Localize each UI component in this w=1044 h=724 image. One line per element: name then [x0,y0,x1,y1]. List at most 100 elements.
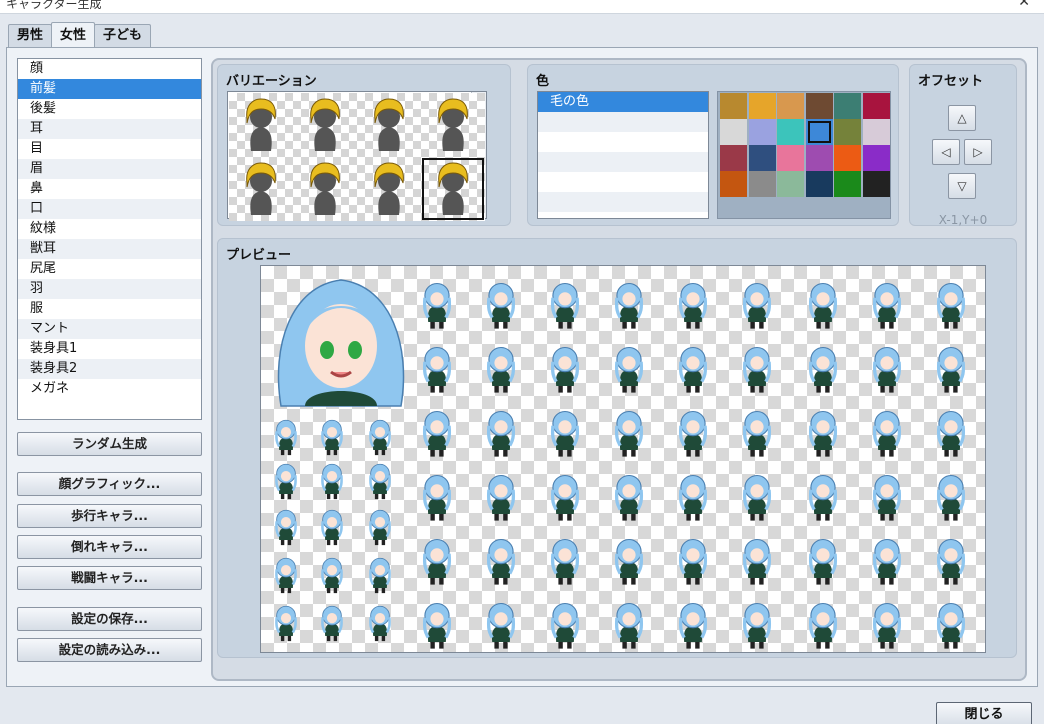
sprite-pose [936,410,966,457]
sprite-pose [550,474,580,521]
part-list-item[interactable]: 目 [18,139,201,159]
face-graphic-button[interactable]: 顔グラフィック... [17,472,202,496]
variation-title: バリエーション [226,74,317,89]
sprite-pose [614,346,644,393]
part-list-item[interactable]: 尻尾 [18,259,201,279]
color-swatch[interactable] [720,171,747,197]
color-swatch[interactable] [777,119,805,145]
sprite-pose [275,419,297,456]
color-swatch[interactable] [720,93,747,119]
color-swatch[interactable] [777,171,805,197]
offset-left-button[interactable]: ◁ [932,139,960,165]
variation-item[interactable] [293,93,357,157]
sprite-pose [422,282,452,329]
part-list-item[interactable]: 眉 [18,159,201,179]
color-target-item[interactable] [538,192,708,212]
walk-character-button[interactable]: 歩行キャラ... [17,504,202,528]
color-target-item[interactable] [538,172,708,192]
variation-grid[interactable]: ▲ ▼ [227,91,487,221]
color-swatch[interactable] [805,145,833,171]
part-list-item[interactable]: 紋様 [18,219,201,239]
offset-up-button[interactable]: △ [948,105,976,131]
color-target-list[interactable]: 毛の色 [537,91,709,219]
part-list-item[interactable]: 装身具2 [18,359,201,379]
battle-character-button[interactable]: 戦闘キャラ... [17,566,202,590]
variation-item[interactable] [229,93,293,157]
part-list-item[interactable]: 獣耳 [18,239,201,259]
part-list-item[interactable]: マント [18,319,201,339]
color-title: 色 [536,74,550,89]
variation-item[interactable] [357,157,421,221]
part-list-item[interactable]: 鼻 [18,179,201,199]
sprite-pose [742,602,772,649]
color-swatch[interactable] [720,145,747,171]
close-button[interactable]: 閉じる [936,702,1032,724]
part-list-item[interactable]: 顔 [18,59,201,79]
variation-item[interactable] [421,157,485,221]
color-swatch[interactable] [834,171,862,197]
sprite-pose [614,538,644,585]
sprite-pose [936,474,966,521]
color-target-item[interactable] [538,132,708,152]
color-target-item[interactable]: 毛の色 [538,92,708,112]
variation-item[interactable] [293,157,357,221]
sprite-pose [321,557,343,594]
save-settings-button[interactable]: 設定の保存... [17,607,202,631]
color-swatch[interactable] [863,93,890,119]
random-generate-button[interactable]: ランダム生成 [17,432,202,456]
color-swatch[interactable] [748,145,776,171]
sprite-pose [486,602,516,649]
color-swatch[interactable] [805,119,833,145]
part-list-item[interactable]: メガネ [18,379,201,399]
sprite-pose [808,602,838,649]
sprite-pose [369,463,391,500]
part-list-item[interactable]: 前髪 [18,79,201,99]
sprite-pose [808,410,838,457]
sprite-pose [936,346,966,393]
color-swatch[interactable] [834,119,862,145]
load-settings-button[interactable]: 設定の読み込み... [17,638,202,662]
color-swatch[interactable] [777,93,805,119]
color-swatch[interactable] [777,145,805,171]
variation-item[interactable] [229,157,293,221]
variation-item[interactable] [421,93,485,157]
color-swatch[interactable] [720,119,747,145]
color-swatch[interactable] [748,171,776,197]
color-swatch[interactable] [863,145,890,171]
sprite-pose [369,419,391,456]
sprite-pose [614,474,644,521]
color-target-item[interactable] [538,112,708,132]
tab-child[interactable]: 子ども [94,24,152,48]
color-swatch[interactable] [805,93,833,119]
sprite-pose [321,605,343,642]
sprite-pose [550,602,580,649]
part-list-item[interactable]: 服 [18,299,201,319]
color-swatch[interactable] [834,93,862,119]
color-swatch[interactable] [748,93,776,119]
sprite-pose [550,410,580,457]
color-swatch[interactable] [834,145,862,171]
sprite-pose [742,282,772,329]
color-swatch[interactable] [863,171,890,197]
part-list[interactable]: 顔前髪 後髪耳目眉鼻口紋様 獣耳 尻尾羽服マント 装身具1 装身具2 メガネ [17,58,202,420]
part-list-item[interactable]: 羽 [18,279,201,299]
color-swatch[interactable] [863,119,890,145]
part-list-item[interactable]: 耳 [18,119,201,139]
variation-item[interactable] [357,93,421,157]
part-list-item[interactable]: 口 [18,199,201,219]
color-target-item[interactable] [538,152,708,172]
damage-character-button[interactable]: 倒れキャラ... [17,535,202,559]
part-list-item[interactable]: 装身具1 [18,339,201,359]
color-palette[interactable] [717,91,891,219]
part-list-item[interactable]: 後髪 [18,99,201,119]
offset-down-button[interactable]: ▽ [948,173,976,199]
tab-female[interactable]: 女性 [51,22,96,48]
close-window-icon[interactable]: ✕ [1018,0,1030,10]
offset-right-button[interactable]: ▷ [964,139,992,165]
color-swatch[interactable] [805,171,833,197]
sprite-pose [936,282,966,329]
color-swatch[interactable] [748,119,776,145]
sprite-pose [678,346,708,393]
offset-value: X-1,Y+0 [938,213,988,227]
tab-male[interactable]: 男性 [8,24,53,48]
